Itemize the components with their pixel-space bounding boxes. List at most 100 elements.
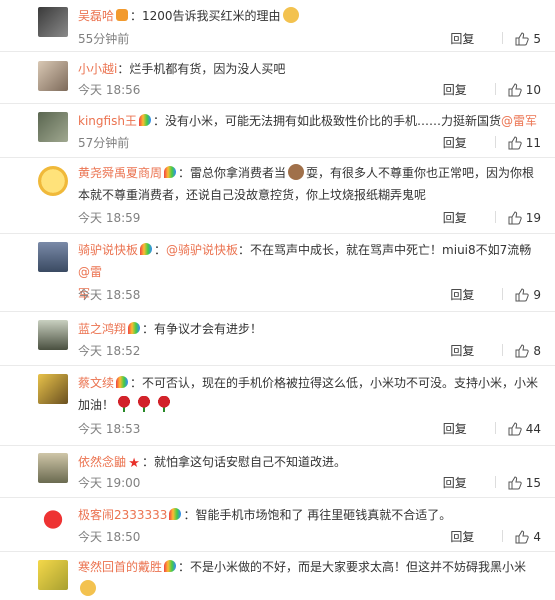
reply-button[interactable]: 回复 (450, 286, 474, 303)
reply-button[interactable]: 回复 (450, 528, 474, 545)
timestamp: 今天 18:53 (78, 422, 141, 436)
username[interactable]: 极客闹2333333 (78, 508, 167, 522)
avatar[interactable] (38, 242, 68, 272)
reply-button[interactable]: 回复 (450, 342, 474, 359)
monkey-emoji-icon (288, 164, 305, 180)
comment-item: 骑驴说快板 ：@骑驴说快板：不在骂声中成长，就在骂声中死亡！miui8不如7流畅 @… (0, 234, 555, 312)
like-button[interactable]: 11 (508, 136, 541, 150)
username[interactable]: 吴磊哈 (78, 9, 114, 23)
divider (494, 83, 496, 95)
avatar[interactable] (38, 453, 68, 483)
comment-text: ：不在骂声中成长，就在骂声中死亡！miui8不如7流畅 (238, 243, 532, 257)
rose-icon (116, 396, 133, 412)
mention-link[interactable]: @雷军 (501, 114, 537, 128)
star-badge-icon: ★ (128, 456, 140, 471)
comment-text: ：不可否认，现在的手机价格被拉得这么低，小米功不可没。支持小米，小米 (130, 376, 539, 390)
thumbs-up-icon (515, 32, 530, 46)
username[interactable]: kingfish王 (78, 114, 137, 128)
username[interactable]: 寒然回首的戴胜 (78, 560, 162, 574)
reply-button[interactable]: 回复 (443, 134, 467, 151)
timestamp: 今天 18:56 (78, 83, 141, 97)
username[interactable]: 蔡文续 (78, 376, 114, 390)
reply-button[interactable]: 回复 (450, 30, 474, 47)
username[interactable]: 小小越i (78, 62, 117, 76)
username[interactable]: 骑驴说快板 (78, 243, 138, 257)
reply-button[interactable]: 回复 (443, 474, 467, 491)
rainbow-badge-icon (128, 322, 141, 334)
divider (502, 344, 504, 356)
like-button[interactable]: 9 (515, 288, 541, 302)
comment-text: ：智能手机市场饱和了 再往里砸钱真就不合适了。 (183, 508, 452, 522)
comment-text: ： (154, 243, 167, 257)
thumbs-up-icon (515, 530, 530, 544)
timestamp: 55分钟前 (78, 32, 130, 46)
like-button[interactable]: 5 (515, 32, 541, 46)
comment-item: 蔡文续 ：不可否认，现在的手机价格被拉得这么低，小米功不可没。支持小米，小米 加油… (0, 366, 555, 446)
thumbs-up-icon (515, 288, 530, 302)
divider (494, 136, 496, 148)
username[interactable]: 黄尧舜禹夏商周 (78, 166, 162, 180)
comment-item: 蓝之鸿翔 ：有争议才会有进步！ 今天 18:52 回复 8 (0, 312, 555, 366)
like-button[interactable]: 8 (515, 344, 541, 358)
avatar[interactable] (38, 560, 68, 590)
comment-text: ：没有小米，可能无法拥有如此极致性价比的手机……力挺新国货 (152, 114, 501, 128)
comment-list: 吴磊哈 ：1200告诉我买红米的理由 55分钟前 回复 5 小小越i：烂手机都有货，… (0, 0, 555, 596)
like-count: 8 (533, 344, 541, 358)
thumbs-up-icon (508, 476, 522, 490)
comment-text: ：有争议才会有进步！ (142, 322, 263, 336)
like-button[interactable]: 4 (515, 530, 541, 544)
rainbow-badge-icon (164, 560, 177, 572)
timestamp: 今天 18:59 (78, 211, 141, 225)
thumbs-up-icon (508, 83, 522, 97)
rose-icon (156, 396, 173, 412)
comment-item: 吴磊哈 ：1200告诉我买红米的理由 55分钟前 回复 5 (0, 0, 555, 52)
like-button[interactable]: 44 (508, 422, 541, 436)
reply-button[interactable]: 回复 (443, 81, 467, 98)
comment-text: ：烂手机都有货，因为没人买吧 (117, 62, 286, 76)
divider (502, 530, 504, 542)
mention-link[interactable]: @雷 (78, 265, 102, 279)
avatar[interactable] (38, 320, 68, 350)
comment-text: ：就怕拿这句话安慰自己不知道改进。 (142, 455, 347, 469)
avatar[interactable] (38, 61, 68, 91)
username[interactable]: 蓝之鸿翔 (78, 322, 126, 336)
rainbow-badge-icon (138, 114, 151, 126)
reply-button[interactable]: 回复 (443, 420, 467, 437)
timestamp: 今天 19:00 (78, 476, 141, 490)
divider (494, 211, 496, 223)
timestamp: 57分钟前 (78, 136, 130, 150)
rainbow-badge-icon (169, 508, 182, 520)
vip-badge-icon (116, 9, 129, 21)
avatar[interactable] (38, 112, 68, 142)
avatar[interactable] (38, 7, 68, 37)
mention-link[interactable]: @骑驴说快板 (166, 243, 238, 257)
divider (502, 288, 504, 300)
divider (494, 476, 496, 488)
comment-item: kingfish王 ：没有小米，可能无法拥有如此极致性价比的手机……力挺新国货@雷… (0, 104, 555, 158)
comment-text: 本就不尊重消费者，还说自己没故意控货，你上坟烧报纸糊弄鬼呢 (78, 188, 427, 202)
comment-text: 加油！ (78, 398, 115, 412)
doge-emoji-icon (282, 7, 299, 23)
avatar[interactable] (38, 506, 68, 536)
rose-icon (136, 396, 153, 412)
rainbow-badge-icon (116, 376, 129, 388)
avatar[interactable] (38, 374, 68, 404)
doge-emoji-icon (80, 580, 96, 596)
username[interactable]: 依然念鼬 (78, 455, 126, 469)
timestamp: 今天 18:52 (78, 344, 141, 358)
divider (494, 422, 496, 434)
comment-text: 耍，有很多人不尊重你也正常吧，因为你根 (306, 166, 535, 180)
comment-item: 小小越i：烂手机都有货，因为没人买吧 今天 18:56 回复 10 (0, 52, 555, 104)
like-count: 10 (525, 83, 541, 97)
like-count: 44 (525, 422, 541, 436)
timestamp: 今天 18:58 (78, 288, 141, 302)
like-button[interactable]: 19 (508, 211, 541, 225)
like-button[interactable]: 15 (508, 476, 541, 490)
comment-item: 黄尧舜禹夏商周 ：雷总你拿消费者当 耍，有很多人不尊重你也正常吧，因为你根 本就不尊… (0, 158, 555, 234)
like-count: 4 (533, 530, 541, 544)
timestamp: 今天 18:50 (78, 530, 141, 544)
avatar[interactable] (38, 166, 68, 196)
like-count: 9 (533, 288, 541, 302)
like-button[interactable]: 10 (508, 83, 541, 97)
reply-button[interactable]: 回复 (443, 209, 467, 226)
